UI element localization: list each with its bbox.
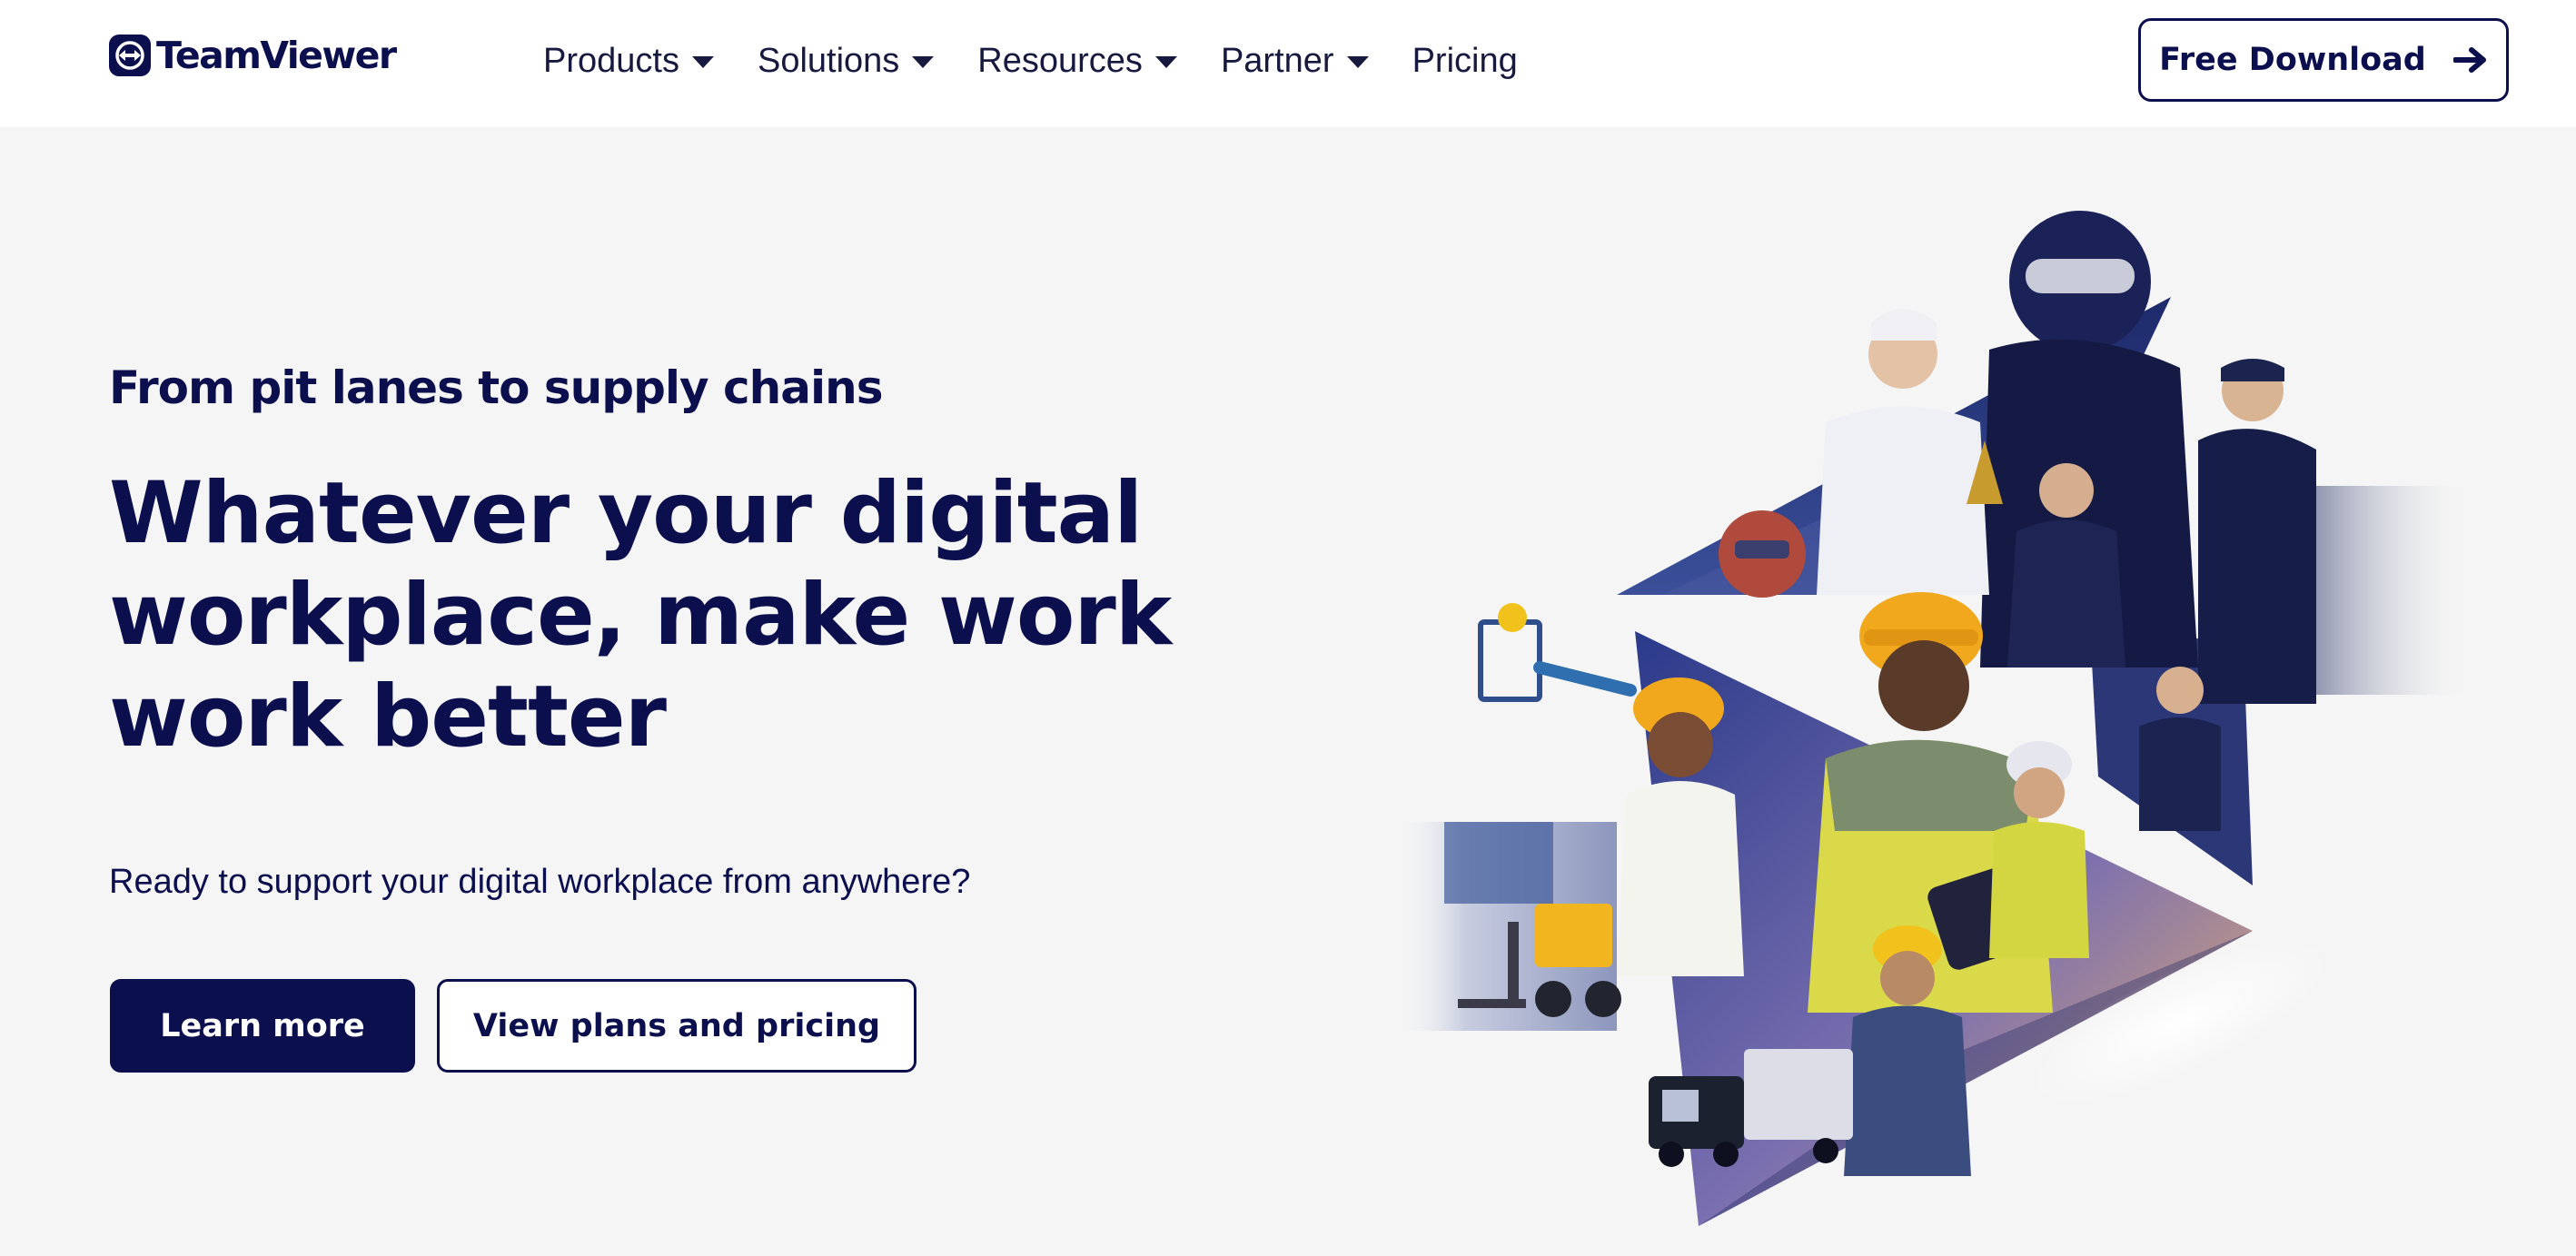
hero-headline: Whatever your digital workplace, make wo… (109, 463, 1199, 768)
hero-eyebrow: From pit lanes to supply chains (109, 361, 883, 414)
chevron-down-icon (1154, 55, 1177, 68)
teamviewer-logo[interactable]: TeamViewer (109, 33, 397, 78)
hero-headline-line-2: workplace, make work (109, 566, 1172, 665)
hero-subtext: Ready to support your digital workplace … (109, 863, 971, 901)
nav-pricing[interactable]: Pricing (1412, 42, 1518, 81)
nav-resources[interactable]: Resources (977, 42, 1177, 81)
free-download-label: Free Download (2159, 42, 2426, 78)
nav-pricing-label: Pricing (1412, 41, 1518, 80)
hero-headline-line-1: Whatever your digital (109, 464, 1143, 563)
site-header: TeamViewer Products Solutions Resources … (0, 0, 2576, 127)
brand-name: TeamViewer (156, 34, 397, 77)
nav-solutions-label: Solutions (757, 41, 900, 80)
free-download-button[interactable]: Free Download (2138, 18, 2509, 102)
teamviewer-logo-icon (109, 35, 151, 76)
nav-partner-label: Partner (1220, 41, 1334, 80)
learn-more-label: Learn more (160, 1007, 365, 1044)
nav-resources-label: Resources (977, 41, 1143, 80)
chevron-down-icon (912, 55, 935, 68)
nav-partner[interactable]: Partner (1221, 42, 1369, 81)
hero-collage-image (1399, 211, 2471, 1226)
view-plans-label: View plans and pricing (472, 1007, 881, 1044)
chevron-down-icon (691, 55, 714, 68)
nav-products-label: Products (543, 41, 679, 80)
view-plans-button[interactable]: View plans and pricing (437, 979, 916, 1073)
main-nav: Products Solutions Resources Partner Pri… (543, 36, 1561, 85)
nav-products[interactable]: Products (543, 42, 714, 81)
chevron-down-icon (1346, 55, 1369, 68)
learn-more-button[interactable]: Learn more (110, 979, 415, 1073)
hero-headline-line-3: work better (109, 668, 667, 766)
arrow-right-icon (2452, 47, 2486, 73)
nav-solutions[interactable]: Solutions (757, 41, 935, 81)
